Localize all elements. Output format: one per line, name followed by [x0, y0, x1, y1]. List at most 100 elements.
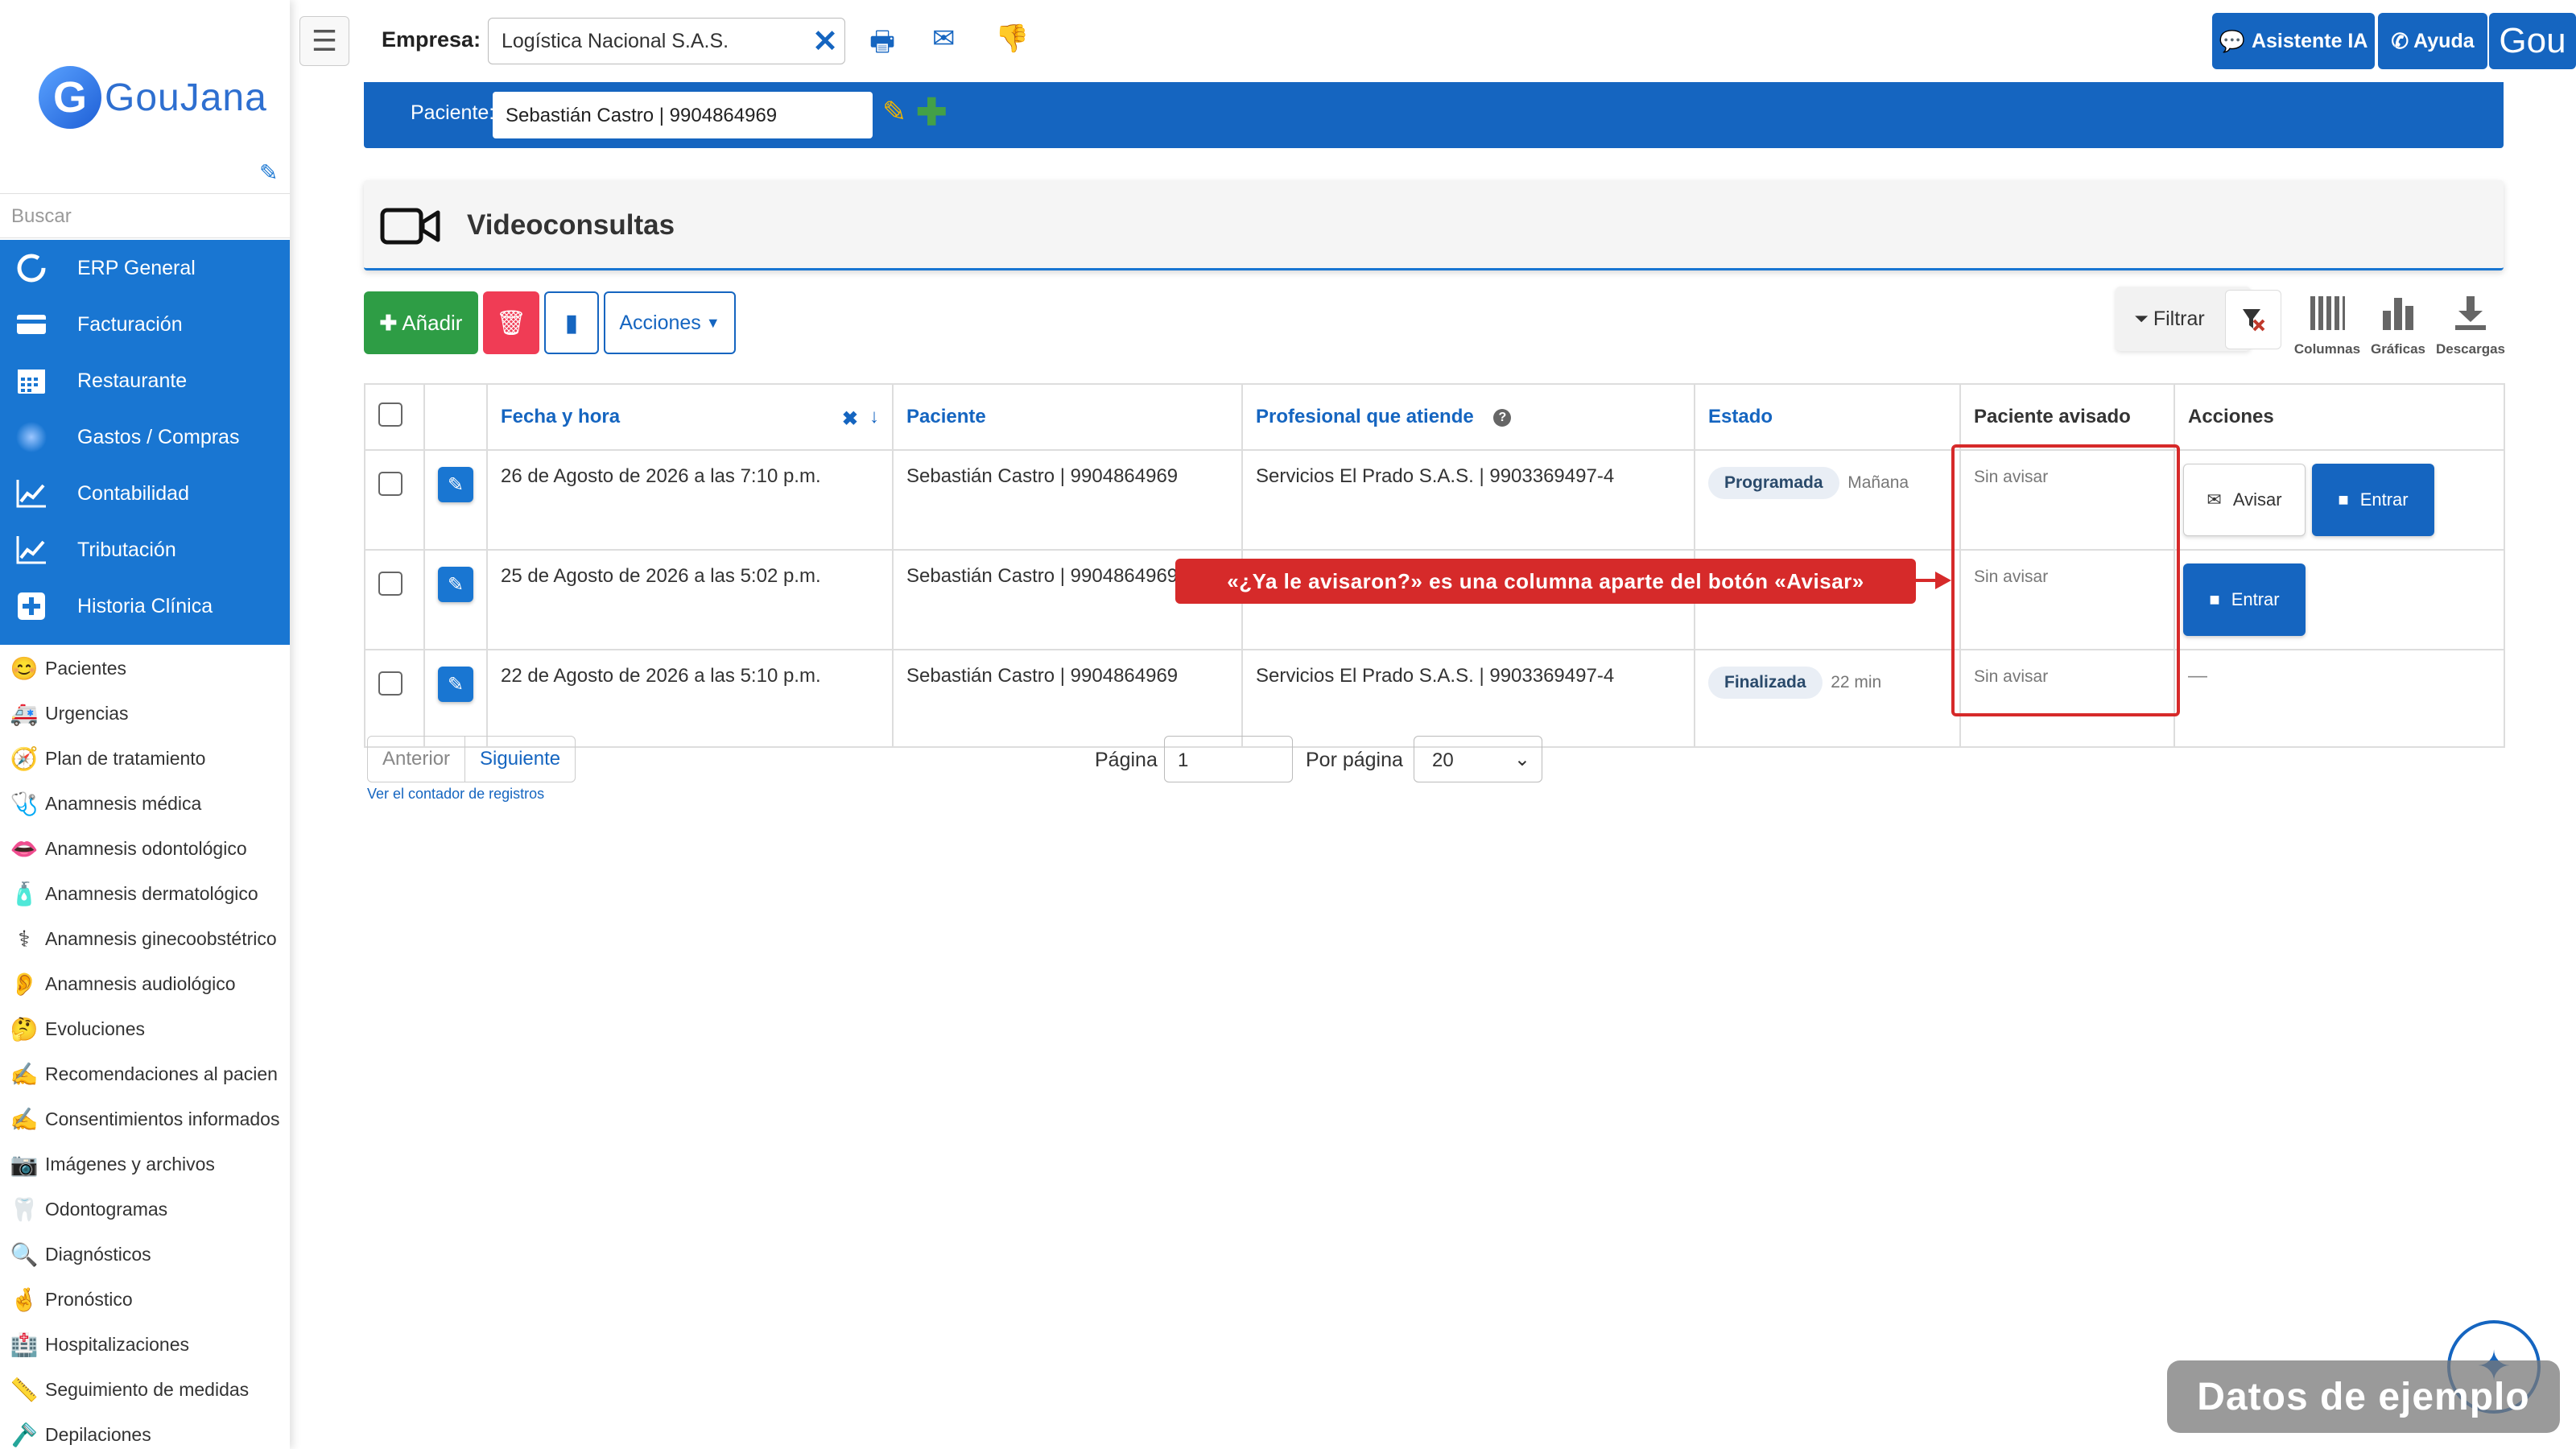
hamburger-menu-button[interactable]: ☰: [299, 16, 349, 66]
edit-row-button[interactable]: ✎: [438, 667, 473, 702]
columns-icon: [2291, 295, 2363, 341]
sidebar-item-anamnesis-ginecoobstetrico[interactable]: ⚕ Anamnesis ginecoobstétrico: [0, 916, 290, 961]
secondary-menu: 😊 Pacientes 🚑 Urgencias 🧭 Plan de tratamien…: [0, 646, 290, 1449]
mail-icon[interactable]: ✉: [932, 23, 956, 55]
sidebar-item-consentimientos[interactable]: ✍ Consentimientos informados: [0, 1096, 290, 1141]
edit-row-button[interactable]: ✎: [438, 567, 473, 602]
sidebar-item-pacientes[interactable]: 😊 Pacientes: [0, 646, 290, 691]
notify-button[interactable]: ✉ Avisar: [2183, 464, 2306, 536]
col-paciente[interactable]: Paciente: [892, 383, 1243, 451]
downloads-button[interactable]: Descargas: [2434, 295, 2507, 357]
sidebar-item-anamnesis-audiologico[interactable]: 👂 Anamnesis audiológico: [0, 961, 290, 1006]
sample-data-badge: Datos de ejemplo: [2167, 1360, 2560, 1433]
sidebar-item-historia-clinica[interactable]: Historia Clínica: [0, 578, 290, 634]
row-checkbox[interactable]: [378, 572, 402, 596]
sort-clear-icon[interactable]: ✖: [842, 407, 858, 431]
row-checkbox[interactable]: [378, 472, 402, 496]
book-button[interactable]: ▮: [544, 291, 599, 354]
sidebar-item-facturacion[interactable]: Facturación: [0, 296, 290, 353]
add-button[interactable]: ✚ Añadir: [364, 291, 478, 354]
video-camera-icon: [380, 208, 440, 245]
col-fecha-hora[interactable]: Fecha y hora ✖ ↓: [486, 383, 894, 451]
cell-fecha: 22 de Agosto de 2026 a las 5:10 p.m.: [486, 649, 894, 748]
sidebar-item-anamnesis-medica[interactable]: 🩺 Anamnesis médica: [0, 781, 290, 826]
add-patient-icon[interactable]: ✚: [916, 90, 947, 134]
col-fecha-label: Fecha y hora: [501, 406, 621, 427]
sidebar-item-label: Anamnesis odontológico: [45, 837, 247, 859]
enter-button[interactable]: ■ Entrar: [2183, 564, 2306, 636]
cell-fecha: 25 de Agosto de 2026 a las 5:02 p.m.: [486, 549, 894, 650]
page-label: Página: [1095, 749, 1158, 771]
filter-button[interactable]: ⏷ Filtrar: [2116, 287, 2223, 351]
razor-icon: 🪒: [10, 1422, 39, 1447]
sidebar-item-label: Recomendaciones al pacien: [45, 1063, 278, 1084]
table-row: ✎ 26 de Agosto de 2026 a las 7:10 p.m. S…: [364, 449, 2505, 551]
book-icon: ▮: [564, 309, 579, 336]
sidebar-item-odontogramas[interactable]: 🦷 Odontogramas: [0, 1187, 290, 1232]
fingers-crossed-icon: 🤞: [10, 1286, 39, 1312]
clear-empresa-icon[interactable]: ✕: [812, 23, 838, 60]
print-icon[interactable]: 🖶: [869, 23, 895, 68]
sidebar-item-anamnesis-dermatologico[interactable]: 🧴 Anamnesis dermatológico: [0, 871, 290, 916]
help-button[interactable]: ✆ Ayuda: [2378, 13, 2487, 69]
patient-label: Paciente:: [411, 101, 495, 124]
sidebar-item-contabilidad[interactable]: Contabilidad: [0, 465, 290, 522]
video-icon: ■: [2338, 489, 2349, 510]
sidebar-search-input[interactable]: Buscar: [0, 193, 290, 238]
sidebar-item-label: Facturación: [77, 312, 183, 336]
col-profesional[interactable]: Profesional que atiende ?: [1241, 383, 1695, 451]
logo[interactable]: G GouJana: [39, 61, 267, 134]
delete-button[interactable]: 🗑: [483, 291, 539, 354]
caret-down-icon: ▼: [705, 314, 720, 331]
sidebar-item-restaurante[interactable]: Restaurante: [0, 353, 290, 409]
ai-assistant-button[interactable]: 💬 Asistente IA: [2212, 13, 2375, 69]
sidebar-item-recomendaciones[interactable]: ✍ Recomendaciones al pacien: [0, 1051, 290, 1096]
sidebar-item-plan-tratamiento[interactable]: 🧭 Plan de tratamiento: [0, 736, 290, 781]
col-estado[interactable]: Estado: [1694, 383, 1961, 451]
row-checkbox[interactable]: [378, 671, 402, 696]
edit-menu-icon[interactable]: ✎: [259, 159, 278, 186]
sidebar-item-urgencias[interactable]: 🚑 Urgencias: [0, 691, 290, 736]
sidebar-item-pronostico[interactable]: 🤞 Pronóstico: [0, 1277, 290, 1322]
columns-button[interactable]: Columnas: [2291, 295, 2363, 357]
clear-filter-button[interactable]: [2225, 290, 2281, 349]
enter-button[interactable]: ■ Entrar: [2312, 464, 2434, 536]
envelope-icon: ✉: [2207, 489, 2222, 510]
sidebar-item-gastos-compras[interactable]: Gastos / Compras: [0, 409, 290, 465]
sidebar-item-evoluciones[interactable]: 🤔 Evoluciones: [0, 1006, 290, 1051]
sidebar-item-hospitalizaciones[interactable]: 🏥 Hospitalizaciones: [0, 1322, 290, 1367]
sidebar-item-diagnosticos[interactable]: 🔍 Diagnósticos: [0, 1232, 290, 1277]
charts-button[interactable]: Gráficas: [2362, 295, 2434, 357]
downloads-label: Descargas: [2435, 341, 2505, 357]
sidebar-item-label: Tributación: [77, 538, 176, 561]
sort-down-icon[interactable]: ↓: [869, 406, 879, 428]
notified-status: Sin avisar: [1974, 568, 2049, 586]
sidebar-item-tributacion[interactable]: Tributación: [0, 522, 290, 578]
actions-dropdown[interactable]: Acciones ▼: [604, 291, 736, 354]
empresa-select[interactable]: Logística Nacional S.A.S. ✕: [488, 18, 845, 64]
next-page-button[interactable]: Siguiente: [465, 737, 575, 782]
patient-select[interactable]: Sebastián Castro | 9904864969: [493, 92, 873, 138]
sidebar-item-seguimiento-medidas[interactable]: 📏 Seguimiento de medidas: [0, 1367, 290, 1412]
status-note: 22 min: [1831, 673, 1882, 691]
record-count-link[interactable]: Ver el contador de registros: [367, 786, 544, 803]
select-all-checkbox[interactable]: [378, 402, 402, 427]
sidebar-item-anamnesis-odontologico[interactable]: 👄 Anamnesis odontológico: [0, 826, 290, 871]
thumbs-down-icon[interactable]: 👎: [995, 23, 1029, 55]
sidebar-item-label: Anamnesis médica: [45, 792, 202, 814]
page-input[interactable]: 1: [1164, 736, 1293, 782]
help-circle-icon[interactable]: ?: [1493, 408, 1512, 427]
edit-patient-icon[interactable]: ✎: [882, 95, 906, 129]
sidebar-item-label: Anamnesis dermatológico: [45, 882, 258, 904]
notified-status: Sin avisar: [1974, 667, 2049, 686]
sidebar-item-label: Contabilidad: [77, 481, 189, 505]
sidebar-item-erp-general[interactable]: ERP General: [0, 240, 290, 296]
sidebar-item-depilaciones[interactable]: 🪒 Depilaciones: [0, 1412, 290, 1449]
edit-row-button[interactable]: ✎: [438, 467, 473, 502]
cell-profesional: Servicios El Prado S.A.S. | 9903369497-4: [1241, 449, 1695, 551]
cell-acciones: ■ Entrar: [2174, 549, 2505, 650]
sidebar-item-imagenes-archivos[interactable]: 📷 Imágenes y archivos: [0, 1141, 290, 1187]
user-avatar[interactable]: Gou: [2489, 13, 2576, 69]
per-page-select[interactable]: 20 ⌄: [1414, 736, 1542, 782]
prev-page-button[interactable]: Anterior: [368, 737, 466, 782]
